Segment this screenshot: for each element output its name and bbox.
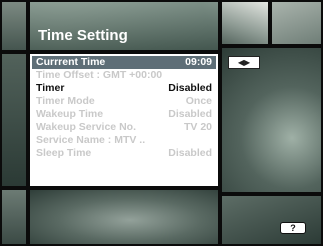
- menu-row-current-time[interactable]: Currrent Time 09:09: [32, 56, 216, 69]
- row-label: Sleep Time: [36, 147, 92, 159]
- menu-row-timer[interactable]: Timer Disabled: [34, 82, 214, 95]
- background-tile: [220, 0, 270, 46]
- menu-row-time-offset[interactable]: Time Offset : GMT +00:00: [34, 69, 214, 82]
- background-tile: [270, 0, 323, 46]
- nav-hint-label: ◀▶: [237, 58, 251, 67]
- row-label: Time Offset : GMT +00:00: [36, 69, 163, 81]
- header-panel: Time Setting: [28, 0, 220, 52]
- row-value: Disabled: [168, 147, 212, 159]
- help-button[interactable]: ?: [280, 222, 306, 234]
- background-tile: [0, 188, 28, 246]
- menu-row-wakeup-service[interactable]: Wakeup Service No. TV 20: [34, 121, 214, 134]
- row-label: Currrent Time: [36, 56, 106, 68]
- row-value: TV 20: [183, 121, 212, 133]
- row-label: Wakeup Service No.: [36, 121, 136, 133]
- row-value: Disabled: [168, 108, 212, 120]
- background-tile: [0, 52, 28, 188]
- row-label: Wakeup Time: [36, 108, 104, 120]
- background-tile: [220, 194, 323, 246]
- menu-row-timer-mode[interactable]: Timer Mode Once: [34, 95, 214, 108]
- menu-row-service-name[interactable]: Service Name : MTV ..: [34, 134, 214, 147]
- page-title: Time Setting: [38, 27, 128, 44]
- background-tile: [28, 188, 220, 246]
- row-label: Service Name : MTV ..: [36, 134, 146, 146]
- menu-row-wakeup-time[interactable]: Wakeup Time Disabled: [34, 108, 214, 121]
- background-tile: [0, 0, 28, 52]
- row-value: Disabled: [168, 82, 212, 94]
- row-label: Timer Mode: [36, 95, 95, 107]
- row-label: Timer: [36, 82, 65, 94]
- left-right-arrows-icon: ◀▶: [228, 56, 260, 69]
- row-value: Once: [185, 95, 212, 107]
- settings-menu: Currrent Time 09:09 Time Offset : GMT +0…: [28, 52, 220, 188]
- menu-row-sleep-time[interactable]: Sleep Time Disabled: [34, 147, 214, 160]
- row-value: 09:09: [185, 56, 212, 68]
